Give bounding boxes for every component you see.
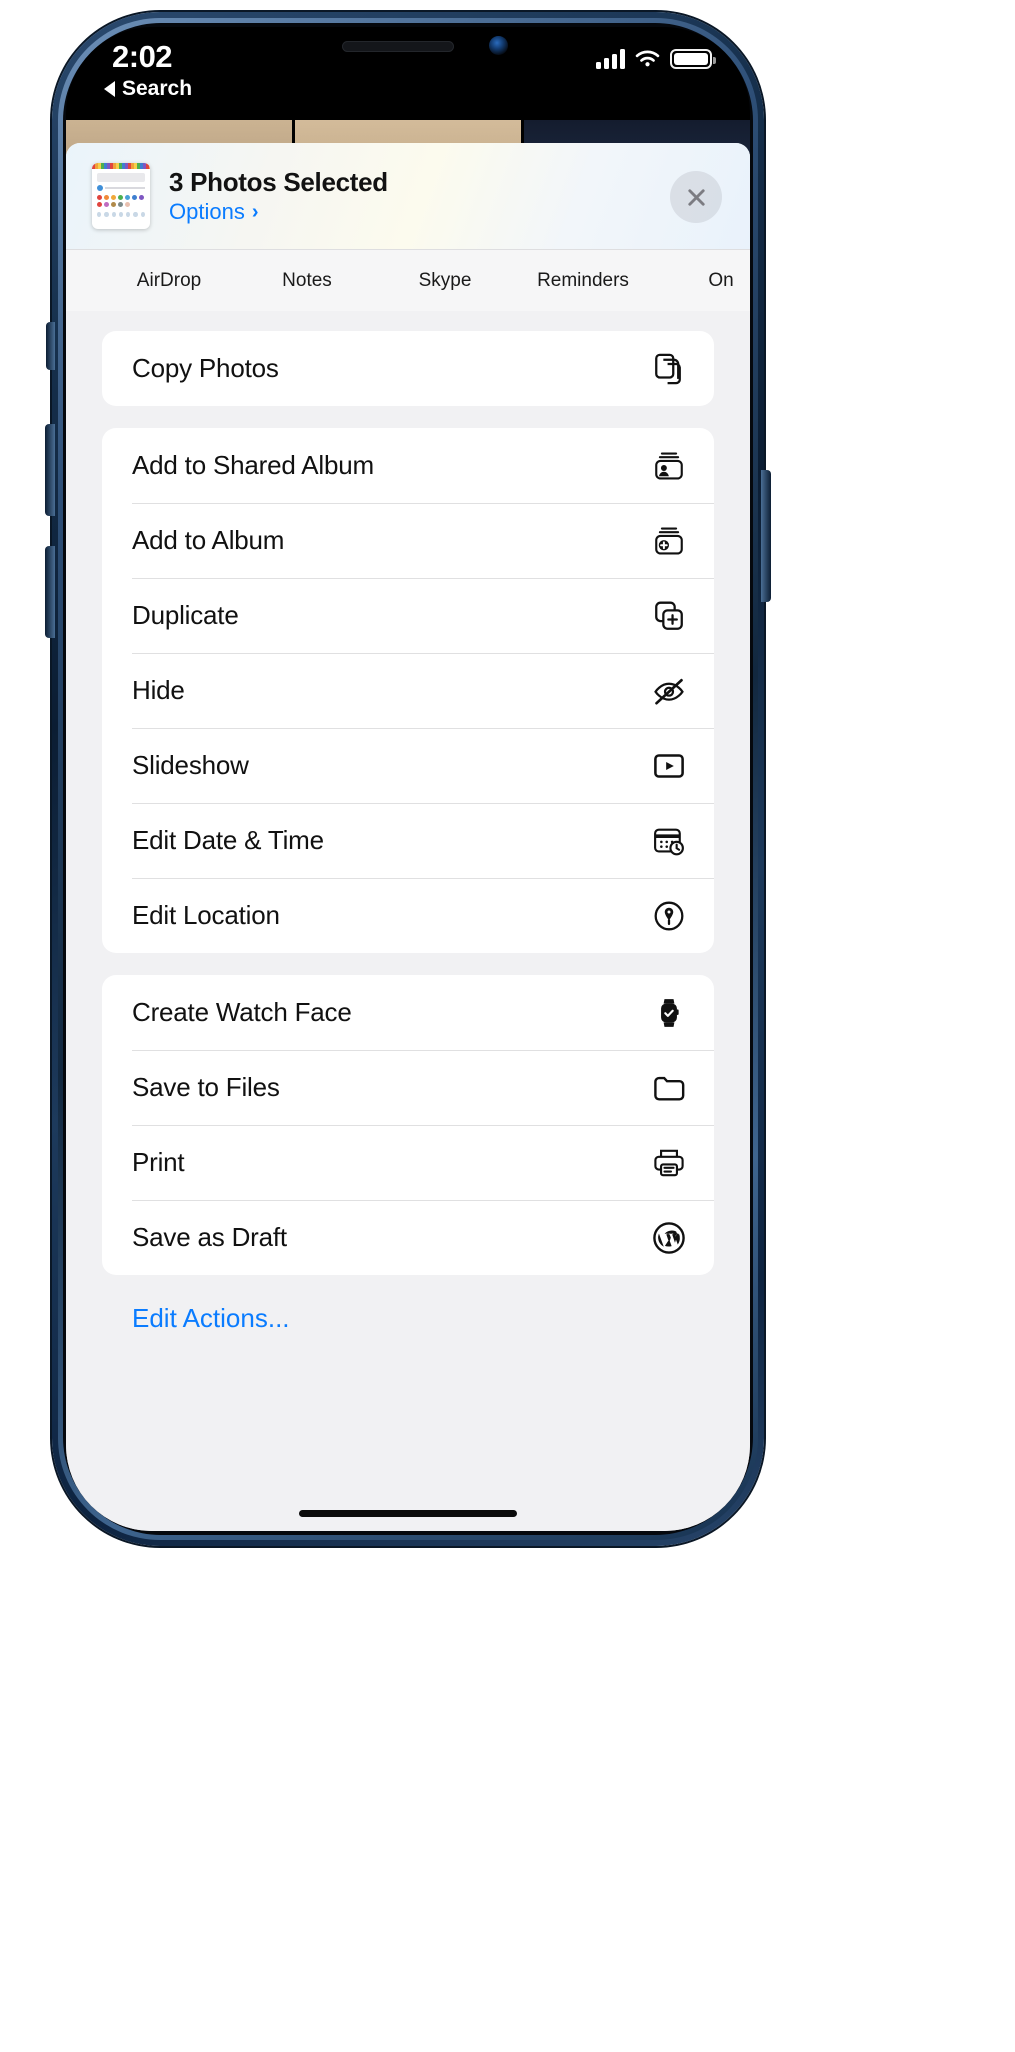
action-label: Edit Date & Time <box>132 825 324 855</box>
location-pin-circle-icon <box>652 899 686 933</box>
share-app-notes[interactable]: Notes <box>238 270 376 292</box>
device-notch <box>282 27 534 63</box>
share-app-airdrop[interactable]: AirDrop <box>100 270 238 292</box>
mute-switch[interactable] <box>46 322 55 370</box>
close-icon <box>687 188 705 206</box>
share-actions-list: Copy Photos Add to Shared Album Add to A… <box>66 311 750 1531</box>
cellular-signal-icon <box>596 49 625 69</box>
action-row-add-to-shared-album[interactable]: Add to Shared Album <box>102 428 714 503</box>
thumbnail-row <box>97 185 145 191</box>
back-link-label: Search <box>122 77 193 100</box>
share-sheet: 3 Photos Selected Options › AirDrop Note… <box>66 143 750 1531</box>
volume-up-button[interactable] <box>45 424 55 516</box>
share-app-reminders[interactable]: Reminders <box>514 270 652 292</box>
share-sheet-header: 3 Photos Selected Options › <box>66 143 750 249</box>
action-row-edit-location[interactable]: Edit Location <box>102 878 714 953</box>
action-row-hide[interactable]: Hide <box>102 653 714 728</box>
status-bar-time: 2:02 <box>112 39 173 74</box>
close-button[interactable] <box>670 171 722 223</box>
wordpress-icon <box>652 1221 686 1255</box>
home-indicator[interactable] <box>299 1510 517 1517</box>
power-button[interactable] <box>761 470 771 602</box>
action-row-slideshow[interactable]: Slideshow <box>102 728 714 803</box>
options-link[interactable]: Options › <box>169 198 388 224</box>
thumbnail-dot-row <box>97 202 145 207</box>
action-row-create-watch-face[interactable]: Create Watch Face <box>102 975 714 1050</box>
shared-album-icon <box>652 449 686 483</box>
edit-actions-link[interactable]: Edit Actions... <box>102 1297 714 1334</box>
share-sheet-title: 3 Photos Selected <box>169 167 388 198</box>
action-row-print[interactable]: Print <box>102 1125 714 1200</box>
action-label: Create Watch Face <box>132 997 352 1027</box>
action-row-edit-date-time[interactable]: Edit Date & Time <box>102 803 714 878</box>
action-row-save-to-files[interactable]: Save to Files <box>102 1050 714 1125</box>
action-row-copy-photos[interactable]: Copy Photos <box>102 331 714 406</box>
action-label: Edit Location <box>132 900 280 930</box>
play-rectangle-icon <box>652 749 686 783</box>
screenshot-stage: 2:02 Search 3 Photos Selected Options › … <box>0 0 1015 2052</box>
back-to-search-link[interactable]: Search <box>104 77 192 101</box>
printer-icon <box>652 1146 686 1180</box>
action-group-1: Copy Photos <box>102 331 714 406</box>
options-label: Options <box>169 198 245 224</box>
battery-full-icon <box>670 49 716 69</box>
thumbnail-dot-row <box>97 195 145 200</box>
back-caret-icon <box>104 81 115 97</box>
duplicate-icon <box>652 599 686 633</box>
thumbnail-color-strip <box>92 163 150 169</box>
action-label: Duplicate <box>132 600 239 630</box>
share-sheet-header-text: 3 Photos Selected Options › <box>169 168 388 224</box>
thumbnail-line <box>105 187 145 189</box>
volume-down-button[interactable] <box>45 546 55 638</box>
wifi-icon <box>635 50 660 67</box>
action-row-duplicate[interactable]: Duplicate <box>102 578 714 653</box>
action-label: Copy Photos <box>132 353 279 383</box>
earpiece-speaker <box>342 41 454 52</box>
action-group-3: Create Watch Face Save to Files Print Sa… <box>102 975 714 1275</box>
action-label: Slideshow <box>132 750 249 780</box>
action-label: Add to Shared Album <box>132 450 374 480</box>
phone-screen: 2:02 Search 3 Photos Selected Options › … <box>66 27 750 1531</box>
thumbnail-footer-dots <box>97 212 145 217</box>
copy-icon <box>652 352 686 386</box>
share-apps-row[interactable]: AirDrop Notes Skype Reminders On <box>66 249 750 311</box>
action-row-add-to-album[interactable]: Add to Album <box>102 503 714 578</box>
action-label: Save as Draft <box>132 1222 287 1252</box>
share-app-more[interactable]: On <box>652 270 750 292</box>
action-label: Add to Album <box>132 525 285 555</box>
photo-thumbnail <box>92 163 150 229</box>
status-bar-indicators <box>596 43 716 69</box>
action-label: Hide <box>132 675 185 705</box>
action-group-2: Add to Shared Album Add to Album Duplica… <box>102 428 714 953</box>
share-app-skype[interactable]: Skype <box>376 270 514 292</box>
apple-watch-icon <box>652 996 686 1030</box>
action-label: Print <box>132 1147 185 1177</box>
action-label: Save to Files <box>132 1072 280 1102</box>
thumbnail-dot <box>97 185 103 191</box>
thumbnail-bar <box>97 173 145 182</box>
add-album-icon <box>652 524 686 558</box>
action-row-save-as-draft[interactable]: Save as Draft <box>102 1200 714 1275</box>
front-camera <box>489 36 508 55</box>
chevron-right-icon: › <box>251 200 259 223</box>
calendar-clock-icon <box>652 824 686 858</box>
folder-icon <box>652 1071 686 1105</box>
eye-slash-icon <box>652 674 686 708</box>
